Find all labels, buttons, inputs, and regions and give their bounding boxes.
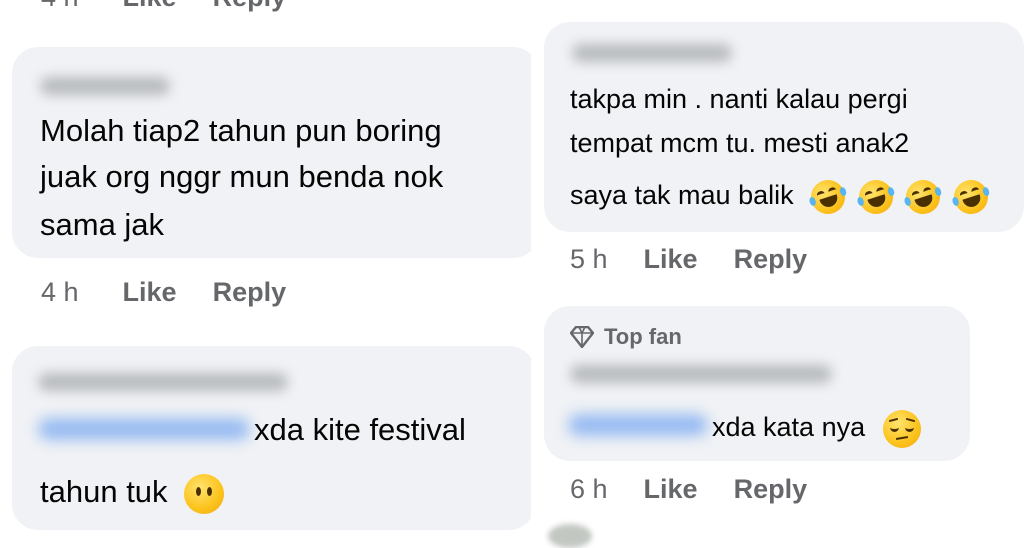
comment-bubble: Molah tiap2 tahun pun boring juak org ng… <box>12 47 539 258</box>
rolling-on-floor-laughing-emoji-icon <box>901 175 945 219</box>
face-without-mouth-emoji-icon <box>184 473 225 514</box>
pensive-face-emoji-icon <box>882 409 921 448</box>
reply-button[interactable]: Reply <box>213 277 287 308</box>
comment-text-line: Molah tiap2 tahun pun boring <box>40 113 442 148</box>
like-button[interactable]: Like <box>644 474 698 505</box>
comment-text-line-with-emoji: saya tak mau balik <box>570 174 993 219</box>
comment-author-name-blurred[interactable] <box>572 44 732 62</box>
comment-text-with-emoji: xda kata nya <box>712 406 921 448</box>
comment-text-line: juak org nggr mun benda nok <box>40 159 444 194</box>
reply-button[interactable]: Reply <box>213 0 287 13</box>
comment-text-line: tahun tuk <box>40 474 168 509</box>
comment-text-line: sama jak <box>40 207 165 242</box>
top-fan-label: Top fan <box>604 324 682 349</box>
top-fan-badge: Top fan <box>570 324 682 350</box>
comment-time: 5 h <box>570 244 608 274</box>
mentioned-user-tag-blurred[interactable] <box>568 414 708 436</box>
reply-button[interactable]: Reply <box>734 474 808 505</box>
comment-text: xda kite festival <box>254 412 466 447</box>
comment-time: 6 h <box>570 474 608 504</box>
comment-actions: 4 h Like Reply <box>41 277 322 308</box>
reply-button[interactable]: Reply <box>734 244 808 275</box>
comment-actions: 5 h Like Reply <box>570 244 843 275</box>
like-button[interactable]: Like <box>644 244 698 275</box>
like-button[interactable]: Like <box>123 277 177 308</box>
comment-bubble: takpa min . nanti kalau pergi tempat mcm… <box>544 22 1024 232</box>
comment-text-line: saya tak mau balik <box>570 180 794 210</box>
comment-text: tahun tuk <box>40 470 225 514</box>
like-button[interactable]: Like <box>123 0 177 13</box>
comment-bubble: Top fan xda kata nya <box>544 306 970 461</box>
comment-text-line: takpa min . nanti kalau pergi <box>570 84 908 114</box>
comment-time: 4 h <box>41 0 79 13</box>
diamond-icon <box>570 326 594 348</box>
mentioned-user-tag-blurred[interactable] <box>38 418 250 440</box>
next-comment-avatar[interactable] <box>548 524 592 548</box>
rolling-on-floor-laughing-emoji-icon <box>806 175 850 219</box>
column-divider <box>531 0 539 536</box>
comment-author-name-blurred[interactable] <box>38 373 288 391</box>
comment-actions-top: 4 h Like Reply <box>41 0 322 13</box>
rolling-on-floor-laughing-emoji-icon <box>854 175 898 219</box>
comment-text: xda kata nya <box>712 412 866 442</box>
comment-author-name-blurred[interactable] <box>570 365 832 383</box>
comment-author-name-blurred[interactable] <box>40 77 170 95</box>
comment-actions: 6 h Like Reply <box>570 474 843 505</box>
comment-time: 4 h <box>41 277 79 307</box>
rolling-on-floor-laughing-emoji-icon <box>949 175 993 219</box>
comment-bubble: xda kite festival tahun tuk <box>12 346 535 530</box>
comment-text-line: tempat mcm tu. mesti anak2 <box>570 128 910 158</box>
